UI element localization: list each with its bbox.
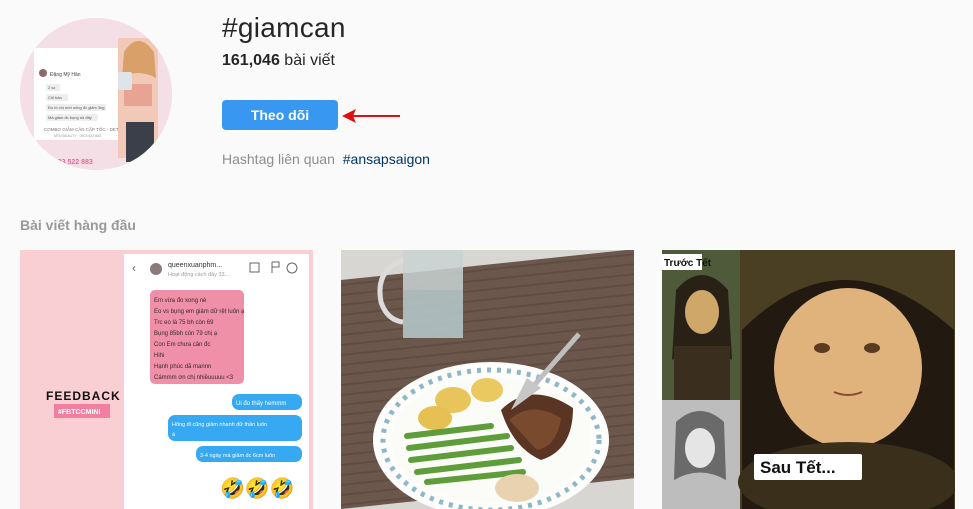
meme-caption-before: Trước Tết <box>664 257 712 269</box>
chat-avatar <box>150 263 162 275</box>
avatar-subcaption: MTN BEAUTY · 0903 522 883 <box>54 134 101 138</box>
reply-1: Ui đo thấy hemmm <box>236 401 286 407</box>
bubble-line-1: Em vừa đo xong nè <box>154 298 207 304</box>
avatar-caption: COMBO GIẢM CÂN CẤP TỐC - DETOX <box>44 126 125 132</box>
feedback-stamp-title: FEEDBACK <box>46 389 121 403</box>
chat-status: Hoạt động cách đây 33... <box>168 272 230 278</box>
related-hashtags-label: Hashtag liên quan <box>222 151 335 167</box>
bubble-line-5: Con Em chưa cân đc <box>154 342 210 348</box>
mona-lisa-face <box>774 288 922 448</box>
bubble-line-6: Hihi <box>154 353 164 359</box>
follow-button[interactable]: Theo dõi <box>222 100 338 130</box>
avatar-name: Đặng Mỹ Hân <box>50 72 81 78</box>
back-arrow-icon: ‹ <box>132 261 136 275</box>
avatar-line-1: 2 sz <box>48 85 55 90</box>
avatar-line-2: Chỉ bảo <box>48 95 63 100</box>
avatar-phone: 0903 522 883 <box>50 159 93 166</box>
post-thumbnail-1[interactable]: ‹ queenxuanphm... Hoạt động cách đây 33.… <box>20 250 313 509</box>
post-count: 161,046 bài viết <box>222 52 335 70</box>
hashtag-avatar: Đặng Mỹ Hân 2 sz Chỉ bảo Đo bì chị mới u… <box>20 18 172 170</box>
bubble-line-8: Cámmm ơn chị nhiềuuuuu <3 <box>154 375 234 381</box>
related-hashtags: Hashtag liên quan #ansapsaigon <box>222 151 430 167</box>
post-thumbnail-2[interactable] <box>341 250 634 509</box>
avatar-line-3: Đo bì chị mới uống đc giảm 3kg <box>48 105 104 110</box>
hashtag-title: #giamcan <box>222 12 346 43</box>
feedback-stamp-tag: #FBTCCMINI <box>58 409 100 416</box>
meme-caption-after: Sau Tết... <box>760 458 836 477</box>
related-hashtag-link[interactable]: #ansapsaigon <box>343 151 430 167</box>
reply-2-line-1: Hông đi cũng giảm nhanh dữ thần luôn <box>172 422 267 428</box>
bubble-line-7: Hạnh phúc dã mannn <box>154 364 211 370</box>
reply-3: 3-4 ngày mà giảm dc 6cm luôn <box>200 453 275 459</box>
bubble-line-4: Bụng 85bh còn 79 chị ạ <box>154 331 218 337</box>
top-posts-title: Bài viết hàng đầu <box>20 217 136 233</box>
laughing-emoji-icon: 🤣🤣🤣 <box>219 476 295 501</box>
post-count-suffix: bài viết <box>284 52 335 69</box>
post-thumbnail-3[interactable]: Trước Tết Sau Tết... <box>662 250 955 509</box>
post-count-value: 161,046 <box>222 52 280 69</box>
avatar-line-4: Mà giảm đc bụng rồi đây <box>48 115 92 120</box>
bubble-line-3: Trc eo là 75 bh còn 69 <box>154 320 214 326</box>
arrow-annotation-icon <box>342 109 400 123</box>
bubble-line-2: Eo vs bụng em giảm dữ rệt luôn ạ <box>154 309 245 315</box>
chat-name: queenxuanphm... <box>168 262 222 269</box>
